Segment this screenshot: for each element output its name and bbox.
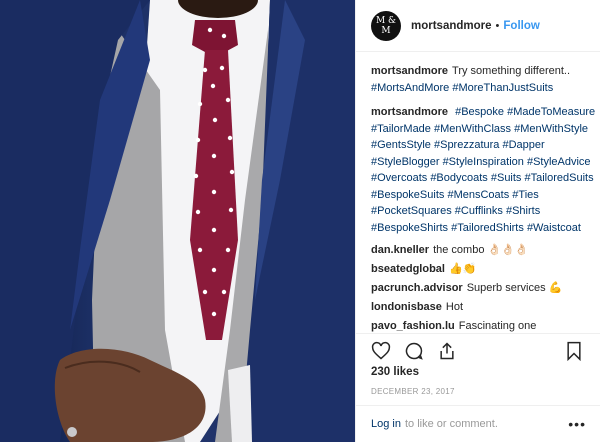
- comment-username[interactable]: mortsandmore: [371, 106, 448, 118]
- likes-count[interactable]: 230 likes: [371, 366, 419, 378]
- hashtag-link[interactable]: #Dapper: [502, 139, 544, 151]
- header-separator: •: [495, 19, 500, 32]
- comment-username[interactable]: londonisbase: [371, 301, 442, 313]
- comment-text: 👍👏: [448, 263, 477, 275]
- comment-text: Superb services 💪: [466, 282, 563, 294]
- hashtag-link[interactable]: #MensCoats: [447, 189, 509, 201]
- hashtag-link[interactable]: #BespokeSuits: [371, 189, 444, 201]
- comment-item: pacrunch.advisor Superb services 💪: [371, 280, 596, 297]
- hashtag-link[interactable]: #Waistcoat: [527, 222, 581, 234]
- hashtag-link[interactable]: #BespokeShirts: [371, 222, 448, 234]
- heart-icon[interactable]: [371, 341, 393, 363]
- comment-username[interactable]: pavo_fashion.lu: [371, 320, 455, 332]
- hashtag-link[interactable]: #MortsAndMore: [371, 82, 449, 94]
- hashtag-link[interactable]: #StyleInspiration: [443, 156, 524, 168]
- hashtag-link[interactable]: #TailoredSuits: [525, 172, 594, 184]
- comment-text: Hot: [445, 301, 464, 313]
- suit-tie-illustration: [0, 0, 355, 442]
- hashtag-link[interactable]: #MadeToMeasure: [507, 106, 595, 118]
- caption: mortsandmore Try something different.. #M…: [371, 63, 596, 96]
- hashtag-link[interactable]: #MenWithStyle: [514, 123, 588, 135]
- hashtag-link[interactable]: #MenWithClass: [434, 123, 511, 135]
- hashtag-link[interactable]: #Overcoats: [371, 172, 427, 184]
- follow-button[interactable]: Follow: [503, 20, 539, 32]
- hashtag-link[interactable]: #GentsStyle: [371, 139, 431, 151]
- hashtag-comment: mortsandmore #Bespoke #MadeToMeasure #Ta…: [371, 104, 596, 236]
- hashtag-link[interactable]: #StyleAdvice: [527, 156, 591, 168]
- hashtag-link[interactable]: #MoreThanJustSuits: [452, 82, 553, 94]
- post-photo[interactable]: [0, 0, 355, 442]
- hashtag-link[interactable]: #PocketSquares: [371, 205, 452, 217]
- comments-list: mortsandmore Try something different.. #M…: [371, 63, 596, 337]
- hashtag-link[interactable]: #Cufflinks: [455, 205, 503, 217]
- login-text: to like or comment.: [404, 418, 498, 430]
- post-date: DECEMBER 23, 2017: [371, 387, 455, 396]
- hashtag-link[interactable]: #Suits: [491, 172, 522, 184]
- caption-username[interactable]: mortsandmore: [371, 65, 448, 77]
- comment-text: the combo 👌🏻👌🏻👌🏻: [433, 244, 529, 256]
- comment-username[interactable]: bseatedglobal: [371, 263, 445, 275]
- hashtag-link[interactable]: #Shirts: [506, 205, 540, 217]
- comment-item: bseatedglobal 👍👏: [371, 261, 596, 278]
- hashtag-link[interactable]: #TailorMade: [371, 123, 431, 135]
- post-header: M & M mortsandmore • Follow: [356, 0, 600, 52]
- hashtag-link[interactable]: #Bespoke: [455, 106, 504, 118]
- comment-item: dan.kneller the combo 👌🏻👌🏻👌🏻: [371, 242, 596, 259]
- avatar[interactable]: M & M: [371, 10, 401, 41]
- more-options-icon[interactable]: •••: [568, 417, 586, 431]
- action-bar: [356, 333, 600, 369]
- login-bar: Log in to like or comment. •••: [356, 405, 600, 442]
- hashtag-link[interactable]: #Bodycoats: [430, 172, 487, 184]
- login-link[interactable]: Log in: [371, 418, 401, 430]
- bookmark-icon[interactable]: [564, 341, 586, 363]
- comment-icon[interactable]: [404, 341, 426, 363]
- comment-username[interactable]: pacrunch.advisor: [371, 282, 463, 294]
- comment-item: londonisbase Hot: [371, 299, 596, 316]
- post-sidebar: M & M mortsandmore • Follow mortsandmore…: [355, 0, 600, 442]
- comment-username[interactable]: dan.kneller: [371, 244, 429, 256]
- share-icon[interactable]: [437, 341, 459, 363]
- hashtag-link[interactable]: #TailoredShirts: [451, 222, 524, 234]
- header-username[interactable]: mortsandmore: [411, 20, 492, 32]
- hashtag-link[interactable]: #Ties: [512, 189, 539, 201]
- caption-text: Try something different..: [452, 65, 571, 77]
- comment-text: Fascinating one: [458, 320, 537, 332]
- hashtag-link[interactable]: #Sprezzatura: [434, 139, 499, 151]
- hashtag-link[interactable]: #StyleBlogger: [371, 156, 440, 168]
